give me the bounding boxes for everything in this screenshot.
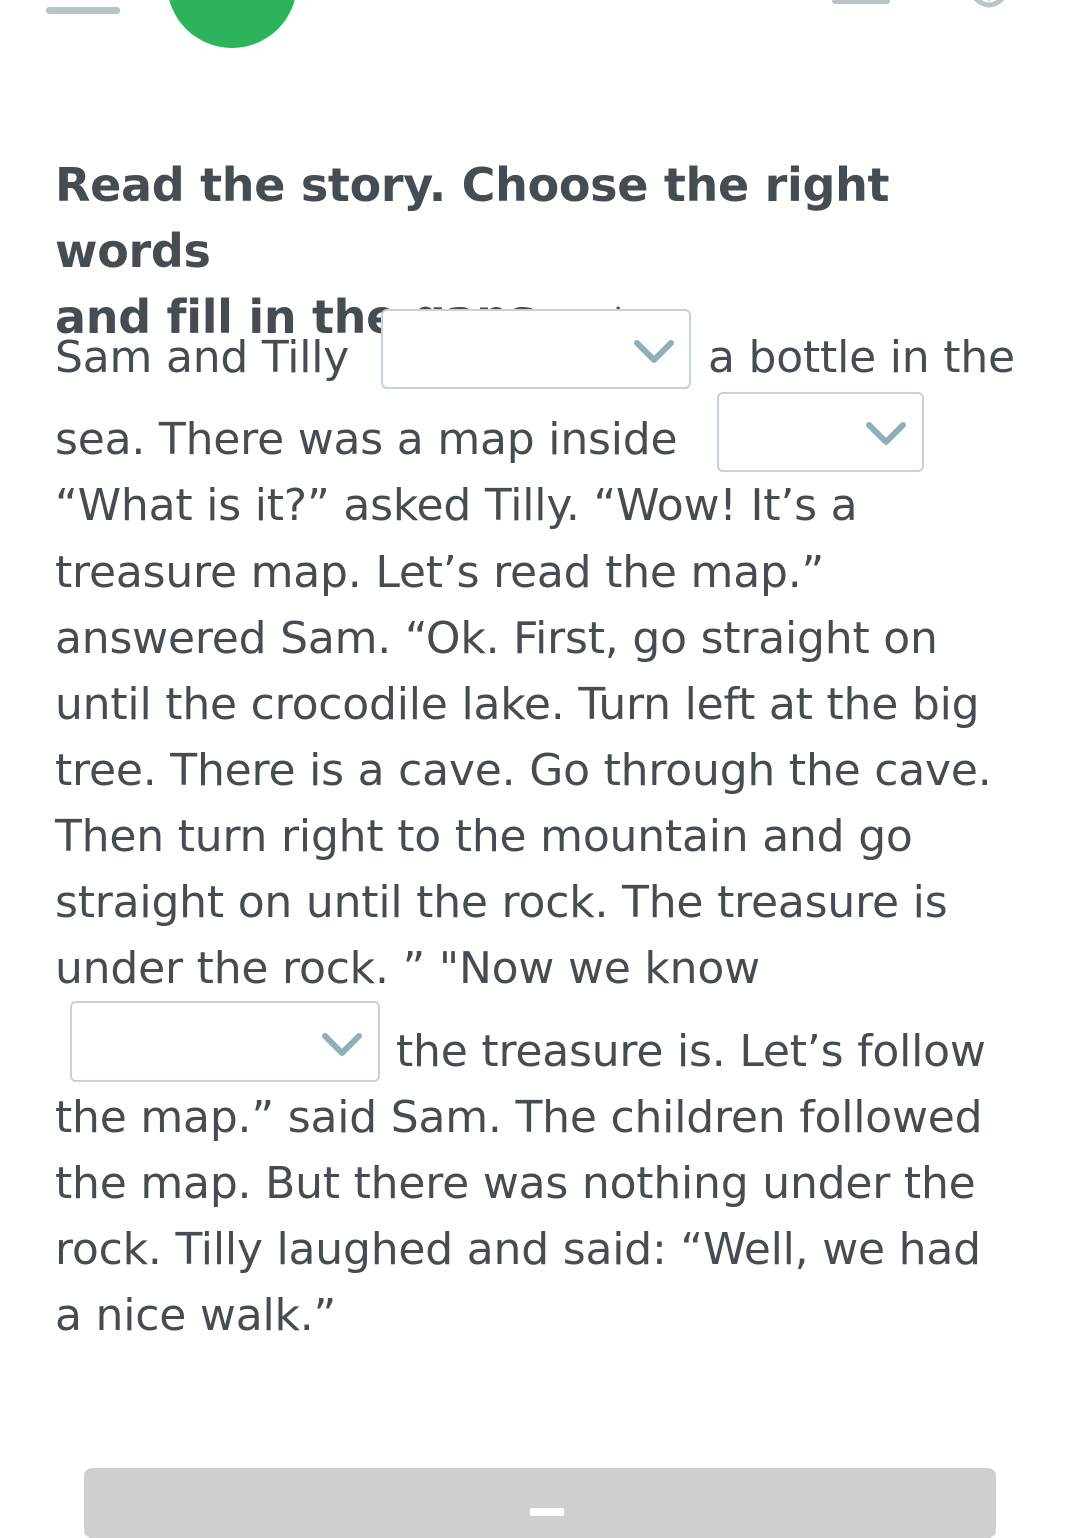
- story-line-12: the map.” said Sam. The children followe…: [55, 1092, 983, 1143]
- story-line-13: the map. But there was nothing under the: [55, 1158, 976, 1209]
- story-line-6: until the crocodile lake. Turn left at t…: [55, 679, 980, 730]
- submit-button[interactable]: [84, 1468, 996, 1538]
- menu-bar-icon[interactable]: [46, 7, 120, 14]
- story-line-1a: Sam and Tilly: [55, 332, 350, 383]
- progress-circle: [167, 0, 297, 48]
- gap-dropdown-3[interactable]: [70, 1001, 380, 1082]
- story-line-1b: a bottle in the: [708, 332, 1015, 383]
- story-line-2: sea. There was a map inside: [55, 414, 678, 465]
- story-line-9: straight on until the rock. The treasure…: [55, 877, 948, 928]
- chevron-down-icon: [322, 1033, 362, 1056]
- story-line-15: a nice walk.”: [55, 1290, 337, 1341]
- menu-line-icon[interactable]: [832, 0, 890, 4]
- instruction-line-1: Read the story. Choose the right words: [55, 158, 890, 278]
- story-line-8: Then turn right to the mountain and go: [55, 811, 913, 862]
- submit-icon: [530, 1508, 564, 1516]
- story-line-5: answered Sam. “Ok. First, go straight on: [55, 613, 938, 664]
- story-line-7: tree. There is a cave. Go through the ca…: [55, 745, 992, 796]
- story-line-14: rock. Tilly laughed and said: “Well, we …: [55, 1224, 981, 1275]
- story-line-3: “What is it?” asked Tilly. “Wow! It’s a: [55, 480, 858, 531]
- gap-dropdown-2[interactable]: [717, 392, 924, 472]
- settings-icon[interactable]: [966, 0, 1012, 8]
- story-line-10: under the rock. ” "Now we know: [55, 943, 760, 994]
- chevron-down-icon: [866, 422, 906, 445]
- gap-dropdown-1[interactable]: [381, 309, 691, 389]
- story-line-11: the treasure is. Let’s follow: [396, 1026, 986, 1077]
- story-line-4: treasure map. Let’s read the map.”: [55, 547, 825, 598]
- chevron-down-icon: [634, 340, 674, 363]
